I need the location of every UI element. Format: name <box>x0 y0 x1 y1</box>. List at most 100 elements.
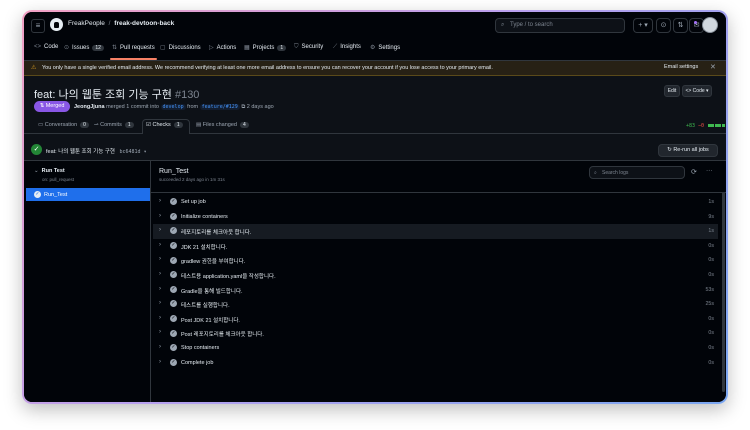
log-step[interactable]: › ✓ Initialize containers 9s <box>153 210 718 225</box>
log-step[interactable]: › ✓ 레포지토리를 체크아웃 합니다. 1s <box>153 224 718 239</box>
search-placeholder: Type / to search <box>510 22 553 28</box>
commit-row: ✓ feat: 나의 웹툰 조회 기능 구현 bc6481d ▾ ↻ Re-ru… <box>24 140 726 161</box>
issues-icon[interactable]: ⊙ <box>656 18 671 33</box>
tab-settings[interactable]: ⚙ Settings <box>370 44 400 51</box>
repo-nav: <> Code ⊙ Issues 12 ⇅ Pull requests ▢ Discuss… <box>24 40 726 61</box>
chevron-right-icon[interactable]: › <box>159 286 161 292</box>
log-step[interactable]: › ✓ JDK 21 설치합니다. 0s <box>153 239 718 254</box>
status-badge: ⇅ Merged <box>34 101 70 112</box>
log-step[interactable]: › ✓ Gradle을 통해 빌드합니다. 53s <box>153 283 718 298</box>
additions: +83 <box>686 123 696 129</box>
org-link[interactable]: FreakPeople <box>68 20 105 27</box>
banner-message: You only have a single verified email ad… <box>42 64 493 71</box>
top-header: ≡ FreakPeople / freak-devtoon-back ⌕ Typ… <box>24 12 726 40</box>
tab-actions[interactable]: ▷ Actions <box>209 44 236 51</box>
tab-conversation[interactable]: ▭ Conversation 0 <box>38 122 89 128</box>
refresh-icon[interactable]: ⟳ <box>691 168 697 176</box>
search-icon: ⌕ <box>594 170 597 176</box>
chevron-right-icon[interactable]: › <box>159 271 161 277</box>
chevron-right-icon[interactable]: › <box>159 242 161 248</box>
create-new-button[interactable]: + ▾ <box>633 18 653 33</box>
check-circle-icon: ✓ <box>34 190 41 198</box>
chevron-right-icon[interactable]: › <box>159 344 161 350</box>
tab-projects[interactable]: ▦ Projects 1 <box>244 44 287 51</box>
close-icon[interactable]: ✕ <box>710 63 716 71</box>
head-branch[interactable]: feature/#129 <box>199 103 240 110</box>
chevron-down-icon[interactable]: ⌄ <box>34 168 39 174</box>
tab-security[interactable]: ⛉ Security <box>294 44 323 51</box>
tab-files-changed[interactable]: ▤ Files changed 4 <box>196 122 249 128</box>
commit-sha[interactable]: bc6481d ▾ <box>119 149 146 155</box>
chevron-right-icon[interactable]: › <box>159 213 161 219</box>
avatar[interactable] <box>702 17 718 33</box>
log-step[interactable]: › ✓ gradlew 권한을 부여합니다. 0s <box>153 253 718 268</box>
chevron-right-icon[interactable]: › <box>159 359 161 365</box>
copy-icon[interactable]: ⧉ <box>241 104 245 110</box>
search-icon: ⌕ <box>501 22 505 28</box>
edit-button[interactable]: Edit <box>664 85 680 97</box>
workflow-name[interactable]: ⌄ Run Test <box>34 168 65 174</box>
commit-selector[interactable]: feat: 나의 웹툰 조회 기능 구현 bc6481d ▾ <box>46 147 147 155</box>
job-subtitle: succeeded 2 days ago in 1m 31s <box>159 177 225 182</box>
checks-sidebar: ⌄ Run Test on: pull_request ✓ Run_Test <box>24 161 151 402</box>
search-logs-input[interactable]: ⌕ Search logs <box>589 166 685 179</box>
pull-requests-icon[interactable]: ⇅ <box>673 18 688 33</box>
check-circle-icon: ✓ <box>170 227 177 235</box>
check-circle-icon: ✓ <box>31 144 42 155</box>
job-log-panel: Run_Test succeeded 2 days ago in 1m 31s … <box>151 161 726 402</box>
tab-checks[interactable]: ☑ Checks 1 <box>146 122 183 128</box>
chevron-right-icon[interactable]: › <box>159 329 161 335</box>
chevron-right-icon[interactable]: › <box>159 315 161 321</box>
kebab-menu-icon[interactable]: ··· <box>706 167 713 174</box>
pr-meta: JeongJjuna merged 1 commit into develop … <box>74 103 274 110</box>
log-step[interactable]: › ✓ 테스트용 application.yaml을 작성합니다. 0s <box>153 268 718 283</box>
log-step[interactable]: › ✓ Post JDK 21 설치합니다. 0s <box>153 312 718 327</box>
deletions: −0 <box>698 123 705 129</box>
issue-icon: ⊙ <box>64 45 70 51</box>
log-step[interactable]: › ✓ Complete job 0s <box>153 356 718 371</box>
pull-request-icon: ⇅ <box>112 45 118 51</box>
issues-count: 12 <box>92 45 104 51</box>
job-item-run-test[interactable]: ✓ Run_Test <box>26 188 150 201</box>
tab-discussions[interactable]: ▢ Discussions <box>160 44 201 51</box>
pr-number: #130 <box>174 89 200 101</box>
file-diff-icon: ▤ <box>196 122 203 128</box>
pr-tabs: ▭ Conversation 0 ⊸ Commits 1 ☑ Checks 1 ▤ F… <box>24 119 726 134</box>
chevron-right-icon[interactable]: › <box>159 300 161 306</box>
breadcrumb-separator: / <box>108 20 111 27</box>
log-step[interactable]: › ✓ Set up job 1s <box>153 195 718 210</box>
hamburger-icon[interactable]: ≡ <box>31 19 45 33</box>
base-branch[interactable]: develop <box>160 103 186 110</box>
discussions-icon: ▢ <box>160 45 166 51</box>
log-step[interactable]: › ✓ Post 레포지토리를 체크아웃 합니다. 0s <box>153 326 718 341</box>
chevron-right-icon[interactable]: › <box>159 227 161 233</box>
tab-code[interactable]: <> Code <box>34 44 58 50</box>
chevron-right-icon[interactable]: › <box>159 256 161 262</box>
actions-icon: ▷ <box>209 45 214 51</box>
notification-dot <box>694 21 697 24</box>
github-logo-icon[interactable] <box>50 18 63 31</box>
warning-icon: ⚠ <box>31 65 37 71</box>
chevron-right-icon[interactable]: › <box>159 198 161 204</box>
tab-commits[interactable]: ⊸ Commits 1 <box>94 122 134 128</box>
author-link[interactable]: JeongJjuna <box>74 104 105 110</box>
diff-bar <box>721 124 725 127</box>
breadcrumb: FreakPeople / freak-devtoon-back <box>68 20 174 27</box>
log-step[interactable]: › ✓ Stop containers 0s <box>153 341 718 356</box>
tab-issues[interactable]: ⊙ Issues 12 <box>64 44 104 51</box>
tab-insights[interactable]: ⟋ Insights <box>333 44 361 51</box>
scrollbar[interactable] <box>722 192 725 392</box>
check-circle-icon: ✓ <box>170 271 177 279</box>
repo-link[interactable]: freak-devtoon-back <box>114 20 174 27</box>
email-settings-link[interactable]: Email settings <box>664 64 698 70</box>
tab-pull-requests[interactable]: ⇅ Pull requests <box>110 44 157 60</box>
search-logs-placeholder: Search logs <box>602 170 629 176</box>
check-circle-icon: ✓ <box>170 300 177 308</box>
job-name: Run_Test <box>44 191 68 198</box>
search-input[interactable]: ⌕ Type / to search <box>495 18 625 33</box>
email-warning-banner: ⚠ You only have a single verified email … <box>24 61 726 76</box>
code-button[interactable]: <> Code ▾ <box>682 85 712 97</box>
log-step[interactable]: › ✓ 테스트를 실행합니다. 25s <box>153 297 718 312</box>
workflow-trigger: on: pull_request <box>42 177 75 182</box>
rerun-all-jobs-button[interactable]: ↻ Re-run all jobs <box>658 144 718 157</box>
